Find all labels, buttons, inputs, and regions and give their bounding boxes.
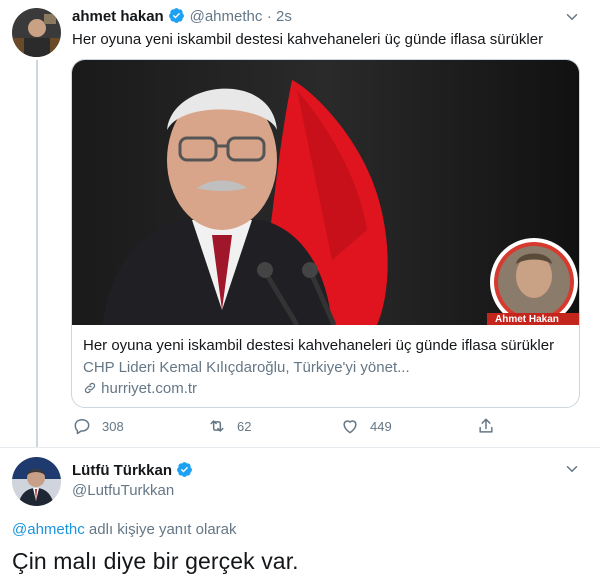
card-link-row[interactable]: hurriyet.com.tr bbox=[83, 380, 197, 397]
dot-separator: · bbox=[266, 8, 276, 25]
link-card[interactable]: Ahmet Hakan Her oyuna yeni iskambil dest… bbox=[71, 59, 580, 408]
like-button[interactable]: 449 bbox=[340, 416, 392, 436]
avatar-ahmet-hakan[interactable] bbox=[12, 8, 61, 57]
share-button[interactable] bbox=[476, 416, 496, 436]
author-name[interactable]: ahmet hakan bbox=[72, 8, 164, 25]
tweet-actions: 308 62 449 bbox=[72, 416, 512, 440]
like-count: 449 bbox=[370, 418, 392, 434]
reply-author-name[interactable]: Lütfü Türkkan bbox=[72, 462, 172, 479]
reply-count: 308 bbox=[102, 418, 124, 434]
card-description: CHP Lideri Kemal Kılıçdaroğlu, Türkiye'y… bbox=[83, 359, 410, 376]
retweet-button[interactable]: 62 bbox=[207, 416, 251, 436]
like-icon bbox=[343, 420, 357, 434]
card-link-domain[interactable]: hurriyet.com.tr bbox=[101, 380, 197, 397]
tweet-time[interactable]: 2s bbox=[276, 8, 292, 25]
reply-text: Çin malı diye bir gerçek var. bbox=[12, 548, 299, 574]
card-image-caption: Ahmet Hakan bbox=[495, 314, 559, 325]
tweet-text: Her oyuna yeni iskambil destesi kahvehan… bbox=[72, 31, 544, 48]
chevron-down-icon[interactable] bbox=[563, 460, 581, 478]
verified-badge-icon bbox=[169, 8, 185, 23]
chevron-down-icon[interactable] bbox=[563, 8, 581, 26]
retweet-icon bbox=[210, 420, 224, 432]
author-handle[interactable]: @ahmethc bbox=[190, 8, 263, 25]
link-icon bbox=[84, 382, 96, 394]
tweet-divider bbox=[0, 447, 600, 448]
thread-line bbox=[36, 60, 38, 448]
avatar-lutfu-turkkan[interactable] bbox=[12, 457, 61, 506]
replying-to: @ahmethc adlı kişiye yanıt olarak bbox=[12, 521, 237, 538]
card-title[interactable]: Her oyuna yeni iskambil destesi kahvehan… bbox=[83, 337, 554, 354]
verified-badge-icon bbox=[177, 462, 193, 477]
card-image bbox=[72, 60, 579, 325]
reply-button[interactable]: 308 bbox=[72, 416, 124, 436]
reply-icon bbox=[74, 419, 90, 435]
share-icon bbox=[479, 418, 493, 433]
retweet-count: 62 bbox=[237, 418, 252, 434]
replying-to-handle[interactable]: @ahmethc bbox=[12, 521, 85, 538]
replying-to-suffix: adlı kişiye yanıt olarak bbox=[84, 521, 237, 538]
reply-author-handle[interactable]: @LutfuTurkkan bbox=[72, 482, 174, 499]
